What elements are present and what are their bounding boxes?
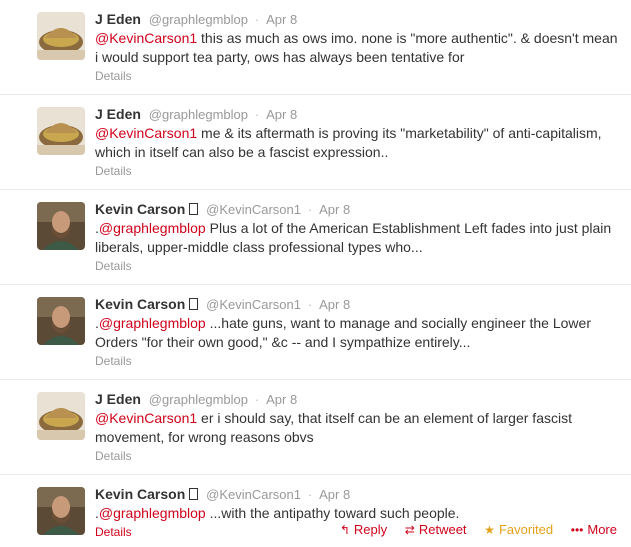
author-name[interactable]: J Eden — [95, 106, 141, 122]
details-link[interactable]: Details — [95, 524, 132, 541]
protected-lock-icon — [189, 298, 199, 310]
tweet-text: @KevinCarson1 this as much as ows imo. n… — [95, 29, 619, 67]
tweet-timestamp[interactable]: Apr 8 — [266, 107, 297, 122]
author-name[interactable]: Kevin Carson — [95, 201, 185, 217]
more-button[interactable]: ••• More — [571, 522, 617, 538]
author-name[interactable]: Kevin Carson — [95, 486, 185, 502]
retweet-label: Retweet — [418, 522, 467, 537]
author-handle[interactable]: @graphlegmblop — [149, 107, 248, 122]
details-link[interactable]: Details — [95, 448, 132, 465]
protected-lock-icon — [189, 203, 199, 215]
star-icon: ★ — [484, 523, 495, 537]
details-link[interactable]: Details — [95, 163, 132, 180]
tweet-header: Kevin Carson @KevinCarson1 · Apr 8 — [95, 485, 619, 503]
author-name[interactable]: J Eden — [95, 11, 141, 27]
avatar[interactable] — [37, 107, 85, 155]
separator-dot: · — [307, 487, 313, 502]
tweet-header: Kevin Carson @KevinCarson1 · Apr 8 — [95, 200, 619, 218]
tweet-timestamp[interactable]: Apr 8 — [266, 12, 297, 27]
author-handle[interactable]: @graphlegmblop — [149, 392, 248, 407]
separator-dot: · — [254, 12, 260, 27]
mention-link[interactable]: @graphlegmblop — [99, 505, 206, 521]
tweet-timestamp[interactable]: Apr 8 — [319, 202, 350, 217]
tweet-header: J Eden @graphlegmblop · Apr 8 — [95, 105, 619, 123]
tweet[interactable]: Kevin Carson @KevinCarson1 · Apr 8 .@gra… — [0, 190, 631, 285]
tweet-text: .@graphlegmblop Plus a lot of the Americ… — [95, 219, 619, 257]
mention-link[interactable]: @KevinCarson1 — [95, 125, 197, 141]
author-handle[interactable]: @KevinCarson1 — [206, 202, 301, 217]
mention-link[interactable]: @graphlegmblop — [99, 220, 206, 236]
more-label: More — [587, 522, 617, 537]
tweet-text: @KevinCarson1 me & its aftermath is prov… — [95, 124, 619, 162]
reply-label: Reply — [353, 522, 388, 537]
mention-link[interactable]: @KevinCarson1 — [95, 410, 197, 426]
tweet[interactable]: J Eden @graphlegmblop · Apr 8 @KevinCars… — [0, 95, 631, 190]
tweet-header: J Eden @graphlegmblop · Apr 8 — [95, 390, 619, 408]
tweet[interactable]: Kevin Carson @KevinCarson1 · Apr 8 .@gra… — [0, 285, 631, 380]
tweet-text: .@graphlegmblop ...with the antipathy to… — [95, 504, 619, 523]
reply-button[interactable]: ↰ Reply — [340, 522, 387, 538]
separator-dot: · — [254, 392, 260, 407]
avatar[interactable] — [37, 202, 85, 250]
tweet[interactable]: J Eden @graphlegmblop · Apr 8 @KevinCars… — [0, 0, 631, 95]
tweet[interactable]: Kevin Carson @KevinCarson1 · Apr 8 .@gra… — [0, 475, 631, 547]
avatar[interactable] — [37, 487, 85, 535]
details-link[interactable]: Details — [95, 353, 132, 370]
tweet-timestamp[interactable]: Apr 8 — [266, 392, 297, 407]
avatar[interactable] — [37, 12, 85, 60]
author-handle[interactable]: @KevinCarson1 — [206, 487, 301, 502]
retweet-button[interactable]: ⇄ Retweet — [405, 522, 467, 538]
details-link[interactable]: Details — [95, 68, 132, 85]
tweet-timeline: J Eden @graphlegmblop · Apr 8 @KevinCars… — [0, 0, 631, 547]
separator-dot: · — [254, 107, 260, 122]
author-name[interactable]: J Eden — [95, 391, 141, 407]
separator-dot: · — [307, 297, 313, 312]
favorited-label: Favorited — [498, 522, 554, 537]
tweet-header: Kevin Carson @KevinCarson1 · Apr 8 — [95, 295, 619, 313]
reply-arrow-icon: ↰ — [339, 523, 350, 537]
mention-link[interactable]: @graphlegmblop — [99, 315, 206, 331]
tweet[interactable]: J Eden @graphlegmblop · Apr 8 @KevinCars… — [0, 380, 631, 475]
retweet-icon: ⇄ — [404, 523, 415, 537]
protected-lock-icon — [189, 488, 199, 500]
tweet-text: @KevinCarson1 er i should say, that itse… — [95, 409, 619, 447]
details-link[interactable]: Details — [95, 258, 132, 275]
author-handle[interactable]: @KevinCarson1 — [206, 297, 301, 312]
tweet-header: J Eden @graphlegmblop · Apr 8 — [95, 10, 619, 28]
author-handle[interactable]: @graphlegmblop — [149, 12, 248, 27]
tweet-timestamp[interactable]: Apr 8 — [319, 487, 350, 502]
author-name[interactable]: Kevin Carson — [95, 296, 185, 312]
tweet-timestamp[interactable]: Apr 8 — [319, 297, 350, 312]
separator-dot: · — [307, 202, 313, 217]
avatar[interactable] — [37, 297, 85, 345]
tweet-actions: ↰ Reply ⇄ Retweet ★ Favorited ••• More — [326, 522, 617, 538]
favorite-button[interactable]: ★ Favorited — [484, 522, 553, 538]
tweet-body: ...with the antipathy toward such people… — [205, 505, 460, 521]
mention-link[interactable]: @KevinCarson1 — [95, 30, 197, 46]
avatar[interactable] — [37, 392, 85, 440]
tweet-text: .@graphlegmblop ...hate guns, want to ma… — [95, 314, 619, 352]
ellipsis-icon: ••• — [570, 523, 584, 537]
